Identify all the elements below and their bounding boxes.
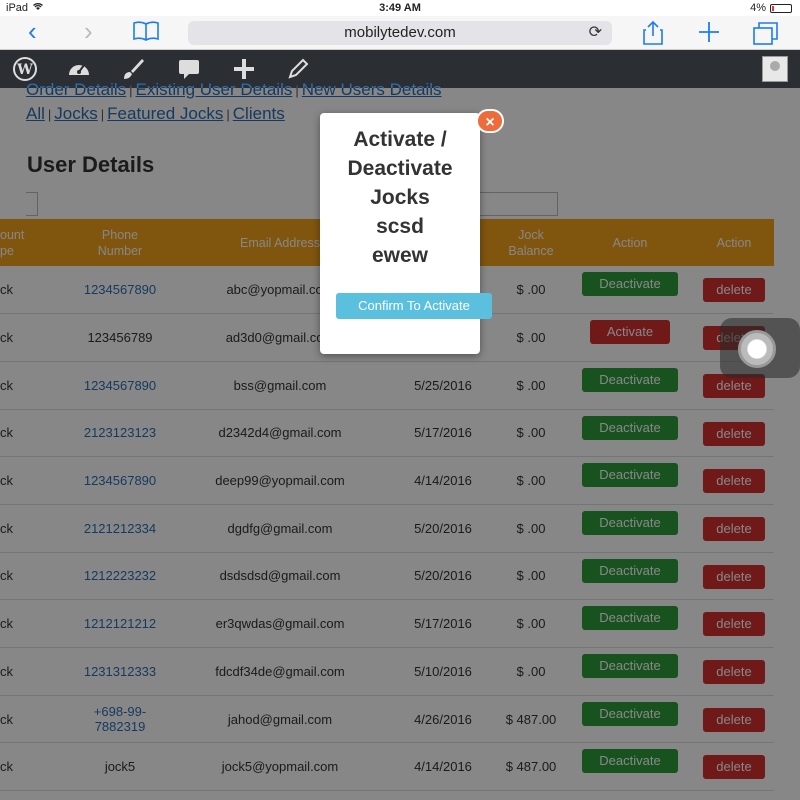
status-time: 3:49 AM <box>379 2 421 14</box>
modal-title-line: scsd <box>376 215 424 238</box>
modal-title: Activate / Deactivate Jocks scsd ewew <box>320 125 480 270</box>
battery-percent: 4% <box>750 2 766 14</box>
confirm-activate-button[interactable]: Confirm To Activate <box>336 293 492 319</box>
close-icon[interactable]: × <box>476 109 504 133</box>
modal-title-line: Activate / <box>353 128 447 151</box>
svg-text:W: W <box>16 62 33 78</box>
url-text: mobilytedev.com <box>344 24 456 41</box>
activate-modal: Activate / Deactivate Jocks scsd ewew Co… <box>320 113 492 354</box>
bookmarks-icon[interactable] <box>132 20 160 47</box>
avatar[interactable] <box>762 56 788 82</box>
status-bar: iPad 3:49 AM 4% <box>0 0 800 16</box>
modal-title-line: ewew <box>371 244 429 267</box>
modal-title-line: Deactivate <box>347 157 453 180</box>
back-button[interactable]: ‹ <box>28 18 37 44</box>
status-right: 4% <box>750 2 792 14</box>
modal-title-line: Jocks <box>370 186 430 209</box>
share-icon[interactable] <box>642 20 664 51</box>
new-tab-icon[interactable] <box>697 20 721 49</box>
address-bar[interactable]: mobilytedev.com ⟳ <box>188 21 612 45</box>
tabs-icon[interactable] <box>752 20 780 51</box>
forward-button[interactable]: › <box>84 18 93 44</box>
assistive-touch-button[interactable] <box>720 318 800 378</box>
browser-toolbar: ‹ › mobilytedev.com ⟳ <box>0 16 800 50</box>
assistive-touch-icon <box>738 330 776 368</box>
reload-icon[interactable]: ⟳ <box>589 21 602 45</box>
battery-icon <box>770 3 792 13</box>
